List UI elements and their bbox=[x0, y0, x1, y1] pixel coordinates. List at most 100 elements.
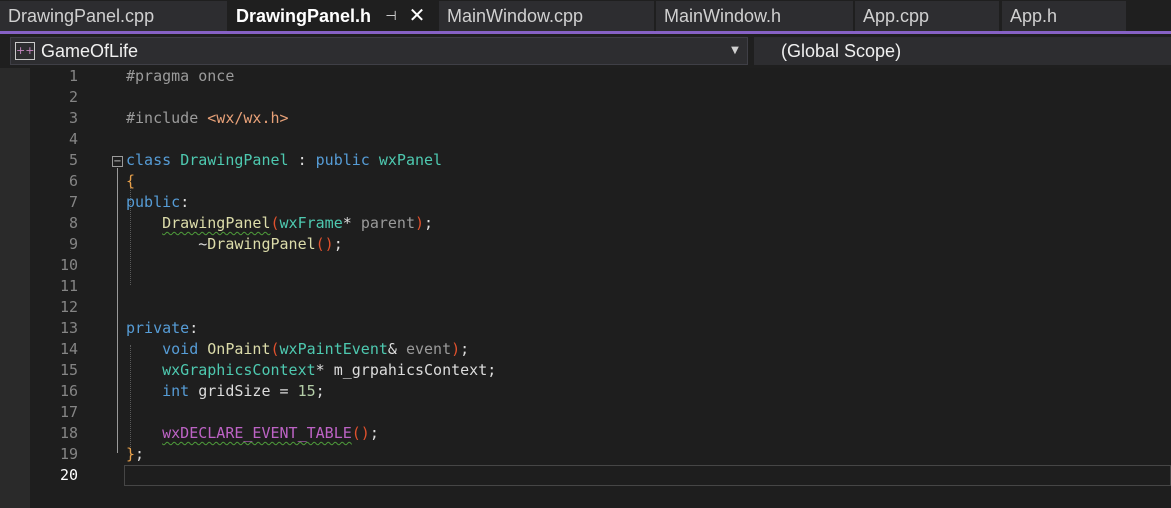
pin-icon[interactable]: ⊣ bbox=[382, 1, 400, 31]
code-line: wxDECLARE_EVENT_TABLE(); bbox=[126, 423, 379, 444]
tab-label: App.h bbox=[1010, 6, 1058, 26]
code-line: public: bbox=[126, 192, 189, 213]
line-number: 17 bbox=[59, 403, 78, 421]
line-number: 19 bbox=[59, 445, 78, 463]
tab-mainwindow-cpp[interactable]: MainWindow.cpp bbox=[439, 1, 654, 31]
code-token: wxGraphicsContext bbox=[162, 361, 316, 379]
code-token: ; bbox=[315, 382, 325, 400]
code-token: gridSize = bbox=[189, 382, 298, 400]
navigation-bar: ++ GameOfLife ▼ (Global Scope) bbox=[0, 34, 1171, 68]
line-number: 20 bbox=[59, 466, 78, 484]
editor-window: DrawingPanel.cpp DrawingPanel.h ⊣ ✕ Main… bbox=[0, 0, 1171, 508]
tab-label: App.cpp bbox=[863, 6, 930, 26]
collapse-icon[interactable]: − bbox=[112, 156, 123, 167]
code-token: <wx/wx.h> bbox=[207, 109, 289, 127]
code-token: ; bbox=[369, 424, 379, 442]
line-number: 13 bbox=[59, 319, 78, 337]
code-token: wxDECLARE_EVENT_TABLE bbox=[162, 424, 352, 442]
code-token: ) bbox=[451, 340, 461, 358]
code-token: event bbox=[405, 340, 452, 358]
code-line: { bbox=[126, 171, 135, 192]
scope-dropdown[interactable]: (Global Scope) bbox=[754, 37, 1171, 65]
code-line: ~DrawingPanel(); bbox=[126, 234, 343, 255]
chevron-down-icon[interactable]: ▼ bbox=[727, 38, 743, 64]
tab-label: DrawingPanel.cpp bbox=[8, 6, 155, 26]
code-token: int bbox=[162, 382, 190, 400]
code-line: #pragma once bbox=[126, 66, 234, 87]
code-token: * bbox=[342, 214, 361, 232]
line-number: 9 bbox=[68, 235, 78, 253]
line-number: 10 bbox=[59, 256, 78, 274]
code-line: class DrawingPanel : public wxPanel bbox=[126, 150, 442, 171]
code-token: parent bbox=[360, 214, 415, 232]
code-token: * m_grpahicsContext; bbox=[315, 361, 497, 379]
code-token: { bbox=[126, 172, 136, 190]
project-name: GameOfLife bbox=[41, 41, 139, 61]
code-token: class bbox=[126, 151, 172, 169]
line-number: 18 bbox=[59, 424, 78, 442]
tab-drawingpanel-cpp[interactable]: DrawingPanel.cpp bbox=[0, 1, 227, 31]
current-line-highlight bbox=[124, 465, 1171, 486]
line-number: 14 bbox=[59, 340, 78, 358]
tab-label: DrawingPanel.h bbox=[236, 6, 372, 26]
indicator-margin bbox=[0, 68, 30, 508]
code-token: #pragma once bbox=[126, 67, 235, 85]
line-number: 12 bbox=[59, 298, 78, 316]
code-token: () bbox=[315, 235, 334, 253]
code-token: ; bbox=[333, 235, 343, 253]
line-number: 15 bbox=[59, 361, 78, 379]
scope-name: (Global Scope) bbox=[781, 41, 902, 61]
code-token: & bbox=[387, 340, 406, 358]
fold-region-line bbox=[117, 168, 118, 453]
line-number-gutter: 1 2 3 4 5 6 7 8 9 10 11 12 13 14 15 16 17 18 19 20 bbox=[30, 67, 86, 508]
code-token: 15 bbox=[297, 382, 316, 400]
code-token: #include bbox=[126, 109, 208, 127]
tab-mainwindow-h[interactable]: MainWindow.h bbox=[656, 1, 853, 31]
code-line: void OnPaint(wxPaintEvent& event); bbox=[126, 339, 469, 360]
code-token: public bbox=[315, 151, 370, 169]
code-token: : bbox=[180, 193, 190, 211]
code-token: private bbox=[126, 319, 190, 337]
line-number: 5 bbox=[68, 151, 78, 169]
code-token: OnPaint bbox=[207, 340, 271, 358]
line-number: 2 bbox=[68, 88, 78, 106]
code-token: ; bbox=[135, 445, 145, 463]
tab-drawingpanel-h[interactable]: DrawingPanel.h ⊣ ✕ bbox=[228, 1, 438, 31]
project-dropdown[interactable]: ++ GameOfLife ▼ bbox=[10, 37, 748, 65]
line-number: 6 bbox=[68, 172, 78, 190]
code-token: DrawingPanel bbox=[207, 235, 316, 253]
code-line: wxGraphicsContext* m_grpahicsContext; bbox=[126, 360, 496, 381]
code-token: ( bbox=[270, 340, 280, 358]
document-tab-strip: DrawingPanel.cpp DrawingPanel.h ⊣ ✕ Main… bbox=[0, 0, 1171, 33]
code-line: #include <wx/wx.h> bbox=[126, 108, 289, 129]
line-number: 3 bbox=[68, 109, 78, 127]
code-token: : bbox=[288, 151, 316, 169]
line-number: 7 bbox=[68, 193, 78, 211]
tab-label: MainWindow.h bbox=[664, 6, 782, 26]
code-token: DrawingPanel bbox=[180, 151, 289, 169]
code-line: DrawingPanel(wxFrame* parent); bbox=[126, 213, 433, 234]
code-line: private: bbox=[126, 318, 198, 339]
code-token: () bbox=[351, 424, 370, 442]
code-token: } bbox=[126, 445, 136, 463]
code-token: ; bbox=[460, 340, 470, 358]
code-editor[interactable]: 1 2 3 4 5 6 7 8 9 10 11 12 13 14 15 16 17 18 19 20 − #pragm… bbox=[0, 66, 1171, 508]
code-line: int gridSize = 15; bbox=[126, 381, 325, 402]
line-number: 8 bbox=[68, 214, 78, 232]
line-number: 1 bbox=[68, 67, 78, 85]
code-line: }; bbox=[126, 444, 144, 465]
code-token: ; bbox=[424, 214, 434, 232]
code-token: ( bbox=[270, 214, 280, 232]
code-token: void bbox=[162, 340, 199, 358]
tab-app-h[interactable]: App.h bbox=[1002, 1, 1126, 31]
close-icon[interactable]: ✕ bbox=[406, 1, 428, 31]
code-token: wxFrame bbox=[279, 214, 343, 232]
tab-app-cpp[interactable]: App.cpp bbox=[855, 1, 999, 31]
